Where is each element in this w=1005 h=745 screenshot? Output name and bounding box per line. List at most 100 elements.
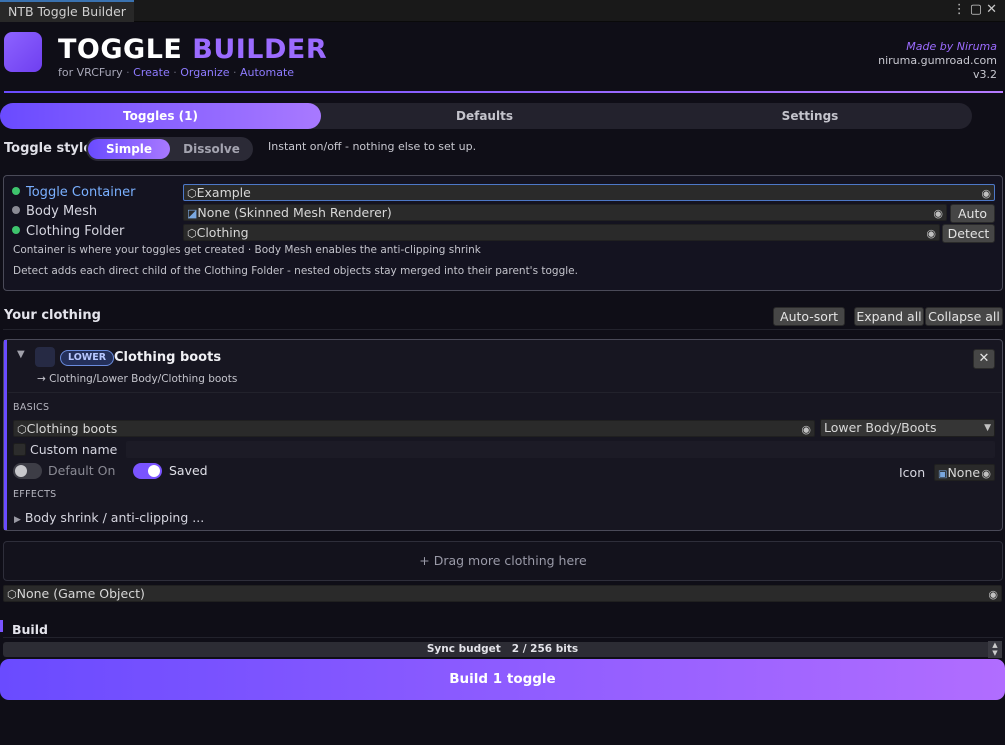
- status-dot-set: [12, 226, 20, 234]
- auto-button[interactable]: Auto: [950, 204, 995, 223]
- mesh-icon: ◪: [187, 207, 198, 220]
- title-main: TOGGLE: [58, 34, 183, 65]
- expand-all-button[interactable]: Expand all: [854, 307, 924, 326]
- body-mesh-field[interactable]: ◪None (Skinned Mesh Renderer) ◉: [183, 204, 947, 221]
- app-logo: [4, 32, 42, 72]
- toggle-style-selector: Simple Dissolve: [86, 137, 253, 161]
- sync-budget-value: 2 / 256 bits: [511, 643, 579, 655]
- collapse-all-button[interactable]: Collapse all: [925, 307, 1003, 326]
- clothing-folder-field[interactable]: ⬡Clothing ◉: [183, 224, 940, 241]
- link-organize[interactable]: Organize: [180, 66, 229, 79]
- toggle-knob: [15, 465, 27, 477]
- clothing-name: Clothing boots: [114, 350, 222, 365]
- clothing-folder-value: Clothing: [196, 225, 249, 240]
- status-dot-unset: [12, 206, 20, 214]
- gameobject-icon: ⬡: [17, 423, 27, 436]
- toggle-knob: [148, 465, 160, 477]
- clothing-path: → Clothing/Lower Body/Clothing boots: [37, 373, 238, 385]
- object-picker-icon[interactable]: ◉: [801, 422, 811, 437]
- window-titlebar: [0, 0, 1005, 22]
- category-dropdown-value: Lower Body/Boots: [824, 420, 937, 435]
- toggle-container-value: Example: [196, 185, 251, 200]
- window-tab[interactable]: NTB Toggle Builder: [0, 0, 134, 22]
- custom-name-checkbox[interactable]: [13, 443, 26, 456]
- tab-settings[interactable]: Settings: [648, 103, 972, 129]
- clothing-object-field[interactable]: ⬡Clothing boots ◉: [13, 420, 815, 437]
- sync-budget-bar: Sync budget 2 / 256 bits: [3, 642, 1002, 657]
- object-picker-icon[interactable]: ◉: [933, 206, 943, 221]
- card-accent-bar: [4, 340, 7, 530]
- saved-toggle[interactable]: [133, 463, 162, 479]
- toggle-style-label: Toggle style: [4, 141, 93, 156]
- link-automate[interactable]: Automate: [240, 66, 294, 79]
- object-picker-icon[interactable]: ◉: [988, 587, 998, 602]
- tab-defaults[interactable]: Defaults: [321, 103, 648, 129]
- setup-panel: Toggle Container ⬡Example ◉ Body Mesh ◪N…: [3, 175, 1003, 291]
- clothing-section-title: Your clothing: [4, 308, 101, 323]
- clothing-object-value: Clothing boots: [26, 421, 118, 436]
- effect-item-label: Body shrink / anti-clipping ...: [24, 510, 205, 525]
- color-swatch[interactable]: [35, 347, 55, 367]
- close-icon[interactable]: ✕: [986, 2, 1001, 17]
- clothing-folder-label: Clothing Folder: [26, 224, 125, 239]
- body-mesh-value: None (Skinned Mesh Renderer): [197, 205, 392, 220]
- custom-name-input[interactable]: [126, 441, 995, 458]
- link-create[interactable]: Create: [133, 66, 170, 79]
- header-divider: [4, 91, 1003, 93]
- icon-label: Icon: [899, 465, 926, 480]
- site-link[interactable]: niruma.gumroad.com: [878, 54, 997, 68]
- toggle-container-label: Toggle Container: [26, 185, 136, 200]
- tab-toggles[interactable]: Toggles (1): [0, 103, 321, 129]
- window-controls: ⋮▢✕: [953, 2, 1001, 17]
- style-dissolve[interactable]: Dissolve: [170, 137, 253, 161]
- build-accent-bar: [0, 620, 3, 632]
- basics-label: BASICS: [13, 402, 50, 413]
- chevron-down-icon: ▼: [984, 423, 991, 433]
- sync-budget-label: Sync budget: [426, 643, 501, 655]
- maximize-icon[interactable]: ▢: [970, 2, 986, 17]
- clothing-card: ▼ LOWER Clothing boots → Clothing/Lower …: [3, 339, 1003, 531]
- default-on-toggle[interactable]: [13, 463, 42, 479]
- gameobject-icon: ⬡: [187, 227, 197, 240]
- status-dot-set: [12, 187, 20, 195]
- title-accent: BUILDER: [192, 34, 328, 65]
- clothing-folder-row: Clothing Folder: [12, 224, 124, 239]
- app-title: TOGGLE BUILDER: [58, 34, 327, 65]
- effect-foldout[interactable]: ▶ Body shrink / anti-clipping ...: [14, 510, 204, 525]
- object-picker-icon[interactable]: ◉: [981, 466, 991, 480]
- build-section-title: Build: [12, 622, 48, 637]
- detect-button[interactable]: Detect: [942, 224, 995, 243]
- gameobject-icon: ⬡: [187, 187, 197, 200]
- body-mesh-label: Body Mesh: [26, 204, 98, 219]
- drop-zone[interactable]: + Drag more clothing here: [3, 541, 1003, 581]
- add-clothing-value: None (Game Object): [16, 586, 145, 601]
- body-mesh-row: Body Mesh: [12, 204, 97, 219]
- credits: Made by Niruma niruma.gumroad.com v3.2: [878, 40, 997, 82]
- scrollbar-icon[interactable]: ▲ ▼: [988, 641, 1002, 658]
- default-on-label: Default On: [48, 463, 116, 478]
- collapse-arrow-icon[interactable]: ▼: [17, 349, 25, 360]
- setup-note-1: Container is where your toggles get crea…: [13, 244, 481, 256]
- toggle-container-row: Toggle Container: [12, 185, 135, 200]
- remove-icon[interactable]: ✕: [973, 349, 995, 369]
- object-picker-icon[interactable]: ◉: [981, 186, 991, 201]
- subtitle-text: for VRCFury: [58, 66, 123, 79]
- build-divider: [3, 637, 1003, 638]
- gameobject-icon: ⬡: [7, 588, 17, 601]
- category-dropdown[interactable]: Lower Body/Boots ▼: [820, 419, 995, 437]
- build-button[interactable]: Build 1 toggle: [0, 659, 1005, 700]
- effects-label: EFFECTS: [13, 489, 57, 500]
- toggle-container-field[interactable]: ⬡Example ◉: [183, 184, 995, 201]
- object-picker-icon[interactable]: ◉: [926, 226, 936, 241]
- icon-field[interactable]: ▣None ◉: [934, 464, 995, 481]
- toggle-style-description: Instant on/off - nothing else to set up.: [268, 140, 477, 153]
- expand-arrow-icon: ▶: [14, 515, 21, 525]
- more-icon[interactable]: ⋮: [953, 2, 970, 17]
- saved-label: Saved: [169, 463, 208, 478]
- add-clothing-field[interactable]: ⬡None (Game Object) ◉: [3, 585, 1002, 602]
- category-badge: LOWER: [60, 350, 115, 366]
- card-divider: [8, 392, 1002, 393]
- auto-sort-button[interactable]: Auto-sort: [773, 307, 845, 326]
- custom-name-label: Custom name: [30, 442, 118, 457]
- style-simple[interactable]: Simple: [88, 139, 170, 159]
